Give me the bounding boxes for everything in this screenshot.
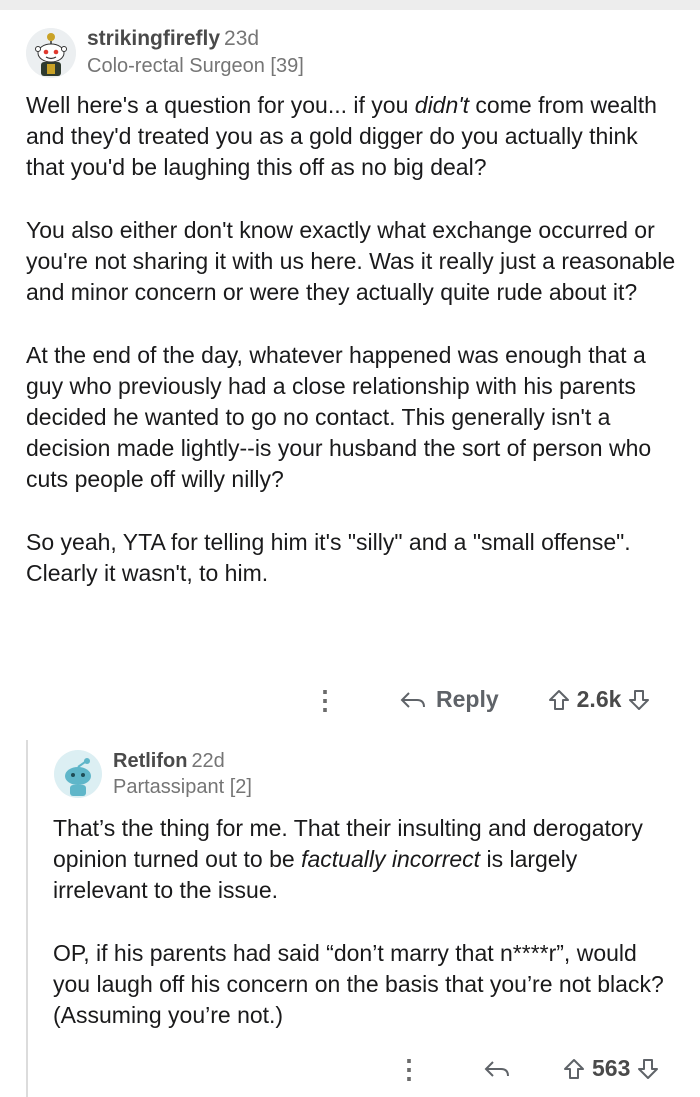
comment-body: Well here's a question for you... if you… [26, 90, 676, 589]
username[interactable]: strikingfirefly [87, 27, 220, 50]
comment-actions: ⋮ 563 [396, 1055, 660, 1082]
paragraph-text: OP, if his parents had said “don’t marry… [53, 940, 664, 1028]
comment-author[interactable]: Retlifon 22d [113, 750, 225, 773]
user-flair: Partassipant [2] [113, 776, 252, 798]
user-flair: Colo-rectal Surgeon [39] [87, 55, 304, 77]
avatar-icon[interactable] [26, 28, 76, 78]
comment-author[interactable]: strikingfirefly 23d [87, 27, 259, 51]
emphasized-text: didn't [414, 92, 470, 118]
vote-controls: 2.6k [547, 686, 652, 713]
downvote-icon[interactable] [636, 1057, 660, 1081]
avatar-icon[interactable] [54, 750, 102, 798]
downvote-icon[interactable] [627, 688, 651, 712]
comment-age: 22d [191, 750, 225, 772]
emphasized-text: factually incorrect [301, 846, 481, 872]
comment-actions: ⋮ Reply 2.6k [312, 686, 651, 713]
reply-label: Reply [436, 686, 499, 712]
comment-age: 23d [224, 27, 260, 50]
comment-paragraph: So yeah, YTA for telling him it's "silly… [26, 527, 676, 589]
comment-paragraph: Well here's a question for you... if you… [26, 90, 676, 183]
comment-paragraph: OP, if his parents had said “don’t marry… [53, 938, 678, 1031]
paragraph-text: So yeah, YTA for telling him it's "silly… [26, 529, 631, 586]
comment-body: That’s the thing for me. That their insu… [53, 813, 678, 1031]
reply-button[interactable]: Reply [398, 686, 499, 713]
reply-icon [484, 1060, 509, 1077]
paragraph-text: You also either don't know exactly what … [26, 217, 676, 305]
comment-paragraph: That’s the thing for me. That their insu… [53, 813, 678, 906]
vote-controls: 563 [562, 1055, 660, 1082]
comment-paragraph: You also either don't know exactly what … [26, 215, 676, 308]
reply-button[interactable] [482, 1058, 512, 1080]
more-options-icon[interactable]: ⋮ [396, 1056, 422, 1082]
reply-icon [400, 691, 425, 708]
upvote-icon[interactable] [562, 1057, 586, 1081]
comment-paragraph: At the end of the day, whatever happened… [26, 340, 676, 495]
vote-count: 563 [592, 1055, 631, 1081]
vote-count: 2.6k [576, 686, 622, 712]
paragraph-text: Well here's a question for you... if you [26, 92, 415, 118]
upvote-icon[interactable] [547, 688, 571, 712]
paragraph-text: At the end of the day, whatever happened… [26, 342, 652, 492]
thread-line[interactable] [26, 740, 28, 1097]
username[interactable]: Retlifon [113, 750, 187, 772]
top-divider [0, 0, 700, 10]
more-options-icon[interactable]: ⋮ [312, 687, 338, 713]
